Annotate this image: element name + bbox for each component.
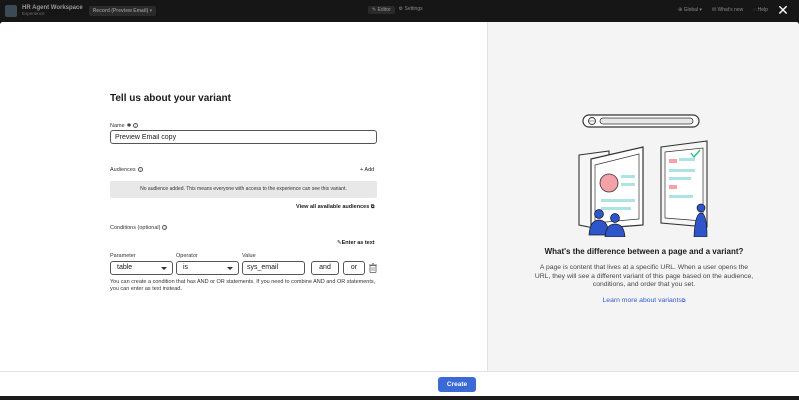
trash-icon[interactable]	[369, 263, 377, 273]
global-label: Global	[683, 7, 699, 13]
tab-editor[interactable]: ✎ Editor	[368, 6, 395, 14]
variant-form: Tell us about your variant Name✱i Audien…	[0, 22, 487, 371]
and-button[interactable]: and	[311, 261, 339, 275]
chevron-down-icon	[227, 267, 233, 270]
value-label: Value	[242, 253, 256, 259]
record-label: Record (Preview Email)	[92, 8, 149, 14]
info-description: A page is content that lives at a specif…	[534, 264, 754, 288]
info-icon[interactable]: i	[137, 167, 143, 173]
operator-select[interactable]: is	[176, 261, 239, 275]
backdrop-strip	[0, 396, 799, 400]
info-title: What's the difference between a page and…	[544, 247, 744, 256]
audiences-label-group: Audiences i	[110, 167, 143, 173]
operator-value: is	[183, 264, 189, 271]
external-link-icon: ⧉	[681, 298, 686, 304]
name-label: Name	[110, 123, 125, 129]
parameter-value: table	[117, 264, 133, 271]
page-variant-illustration	[578, 114, 708, 237]
conditions-label: Conditions (optional)	[110, 225, 161, 231]
app-logo-icon	[5, 5, 17, 17]
info-panel: What's the difference between a page and…	[487, 22, 799, 371]
learn-more-link[interactable]: Learn more about variants⧉	[488, 297, 799, 304]
help-link[interactable]: ◌ Help	[753, 7, 768, 13]
parameter-select[interactable]: table	[110, 261, 173, 275]
record-selector[interactable]: Record (Preview Email) ▾	[88, 6, 157, 16]
operator-label: Operator	[176, 253, 198, 259]
external-link-icon: ⧉	[370, 204, 375, 210]
create-button[interactable]: Create	[438, 377, 476, 392]
modal-footer	[0, 371, 799, 396]
global-selector[interactable]: ⊕ Global ▾	[678, 7, 702, 13]
info-icon[interactable]: i	[162, 225, 168, 231]
workspace-info: HR Agent Workspace Experience	[22, 5, 83, 17]
name-label-group: Name ✱ i	[110, 123, 139, 129]
or-button[interactable]: or	[343, 261, 365, 275]
view-audiences-link[interactable]: View all available audiences ⧉	[296, 204, 374, 210]
header-actions: ⊕ Global ▾ ✉ What's new ◌ Help	[678, 7, 768, 13]
enter-as-text-label: Enter as text	[341, 240, 375, 246]
close-icon[interactable]: ✕	[776, 3, 790, 17]
info-icon[interactable]: i	[133, 123, 139, 129]
help-label: Help	[757, 7, 768, 13]
value-input[interactable]: sys_email	[242, 261, 305, 275]
workspace-subtitle: Experience	[22, 11, 45, 16]
conditions-help-text: You can create a condition that has AND …	[110, 279, 376, 292]
tab-settings-label: Settings	[404, 6, 423, 12]
view-audiences-label: View all available audiences	[296, 204, 370, 210]
form-title: Tell us about your variant	[110, 93, 231, 104]
chevron-down-icon	[161, 267, 167, 270]
conditions-label-group: Conditions (optional) i	[110, 225, 168, 231]
whats-new-link[interactable]: ✉ What's new	[712, 7, 743, 13]
audiences-label: Audiences	[110, 167, 136, 173]
parameter-label: Parameter	[110, 253, 136, 259]
no-audience-message: No audience added. This means everyone w…	[110, 181, 377, 198]
app-header: HR Agent Workspace Experience Record (Pr…	[0, 0, 799, 22]
learn-more-label: Learn more about variants	[602, 297, 682, 304]
name-input[interactable]	[110, 130, 377, 144]
tab-editor-label: Editor	[377, 7, 391, 13]
whats-new-label: What's new	[717, 7, 744, 13]
add-audience-button[interactable]: + Add	[360, 167, 374, 173]
tab-settings[interactable]: ⚙ Settings	[399, 6, 423, 14]
create-variant-modal: Tell us about your variant Name✱i Audien…	[0, 22, 799, 396]
required-asterisk: ✱	[126, 123, 132, 129]
enter-as-text-link[interactable]: ✎Enter as text	[337, 240, 375, 246]
mode-tabs: ✎ Editor ⚙ Settings	[368, 6, 423, 14]
